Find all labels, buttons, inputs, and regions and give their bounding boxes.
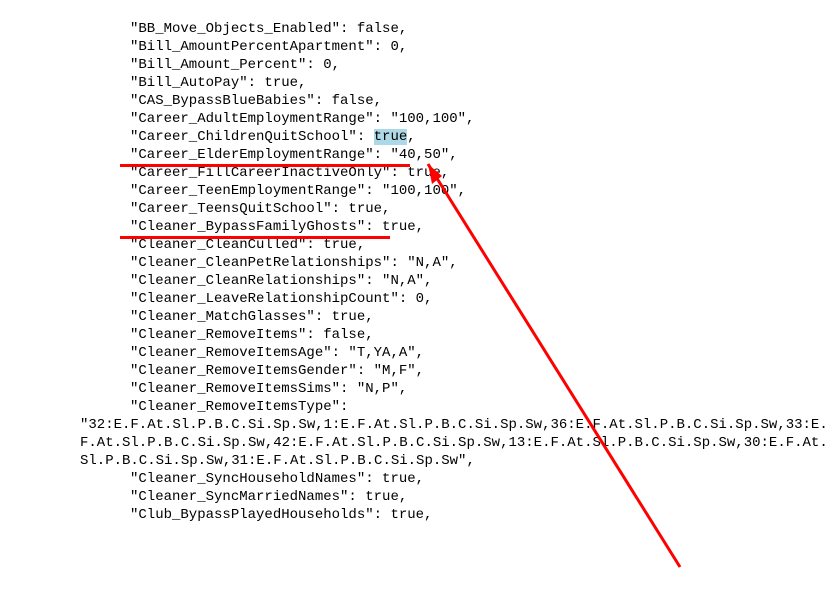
cfg-line: "Cleaner_LeaveRelationshipCount": 0, <box>130 291 432 307</box>
cfg-line: "Career_ElderEmploymentRange": "40,50", <box>130 147 458 163</box>
cfg-line: "Club_BypassPlayedHouseholds": true, <box>130 507 432 523</box>
cfg-line: "Cleaner_BypassFamilyGhosts": true, <box>130 219 424 235</box>
cfg-line: "CAS_BypassBlueBabies": false, <box>130 93 382 109</box>
cfg-line: "Career_FillCareerInactiveOnly": true, <box>130 165 449 181</box>
cfg-line: "Cleaner_CleanCulled": true, <box>130 237 365 253</box>
cfg-line: "Career_AdultEmploymentRange": "100,100"… <box>130 111 474 127</box>
selected-value[interactable]: true <box>374 129 408 145</box>
cfg-line: "BB_Move_Objects_Enabled": false, <box>130 21 407 37</box>
cfg-line: "Cleaner_CleanPetRelationships": "N,A", <box>130 255 458 271</box>
cfg-line: "Cleaner_CleanRelationships": "N,A", <box>130 273 432 289</box>
cfg-line: "Bill_AutoPay": true, <box>130 75 306 91</box>
cfg-line: "Career_TeenEmploymentRange": "100,100", <box>130 183 466 199</box>
cfg-line: "Cleaner_SyncMarriedNames": true, <box>130 489 407 505</box>
cfg-line: "Cleaner_RemoveItems": false, <box>130 327 374 343</box>
cfg-line-children-quit: "Career_ChildrenQuitSchool": true, <box>130 129 416 145</box>
cfg-line: "Cleaner_RemoveItemsSims": "N,P", <box>130 381 407 397</box>
cfg-line: "Cleaner_RemoveItemsGender": "M,F", <box>130 363 424 379</box>
config-json-text: "BB_Move_Objects_Enabled": false, "Bill_… <box>0 0 833 524</box>
cfg-line: "Cleaner_RemoveItemsAge": "T,YA,A", <box>130 345 424 361</box>
cfg-line: "Cleaner_MatchGlasses": true, <box>130 309 374 325</box>
cfg-line: "Cleaner_SyncHouseholdNames": true, <box>130 471 424 487</box>
cfg-line-teens-quit: "Career_TeensQuitSchool": true, <box>130 201 390 217</box>
cfg-line: "Cleaner_RemoveItemsType": <box>130 399 348 415</box>
cfg-line: "Bill_AmountPercentApartment": 0, <box>130 39 407 55</box>
cfg-line: "Bill_Amount_Percent": 0, <box>130 57 340 73</box>
underline-children-quit <box>120 164 410 167</box>
cfg-line-remove-items-type-value: "32:E.F.At.Sl.P.B.C.Si.Sp.Sw,1:E.F.At.Sl… <box>80 416 833 470</box>
underline-teens-quit <box>120 236 390 239</box>
